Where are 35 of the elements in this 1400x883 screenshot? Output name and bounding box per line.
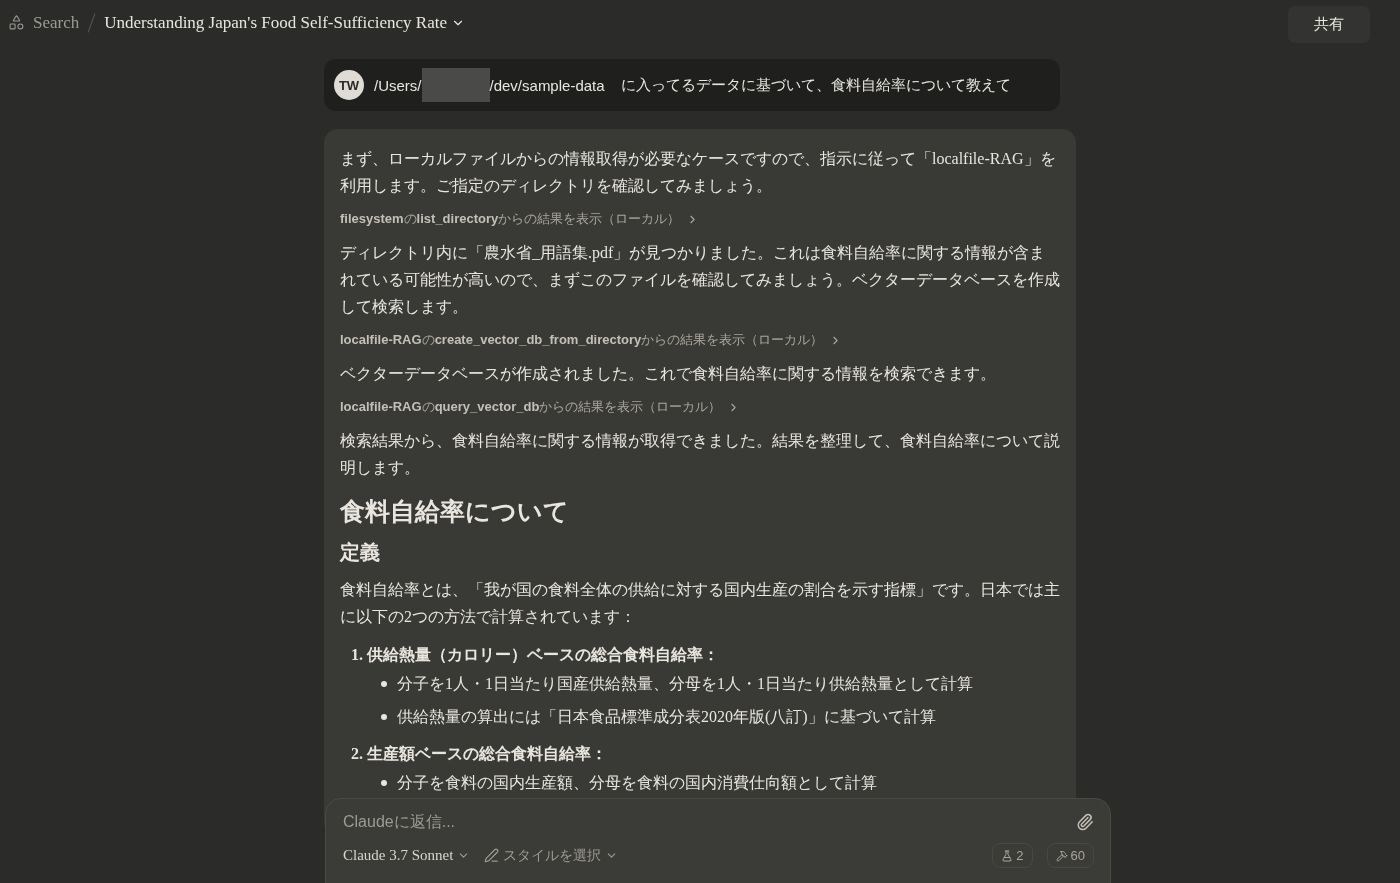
subsection-heading: 定義 [340, 540, 381, 565]
path-text: /Users/ [374, 76, 422, 94]
model-selector[interactable]: Claude 3.7 Sonnet [343, 847, 471, 864]
response-paragraph: ベクターデータベースが作成されました。これで食料自給率に関する情報を検索できます。 [340, 364, 997, 384]
list-item-title: 1. 供給熱量（カロリー）ベースの総合食料自給率： [351, 645, 720, 665]
bullet-text: 分子を1人・1日当たり国産供給熱量、分母を1人・1日当たり供給熱量として計算 [397, 674, 973, 694]
bullet-icon [381, 680, 387, 687]
pen-icon [484, 848, 500, 863]
tool-result-link[interactable]: filesystemのlist_directoryからの結果を表示（ローカル） [340, 210, 700, 228]
response-paragraph: まず、ローカルファイルからの情報取得が必要なケースですので、指示に従って「localfile-RAG」を利用します。ご指定のディレクトリを確認してみましょう。 [340, 149, 1057, 196]
response-paragraph: 検索結果から、食料自給率に関する情報が取得できました。結果を整理して、食料自給率について説明します。 [340, 431, 1060, 478]
flask-icon [1001, 849, 1014, 862]
user-avatar: TW [334, 70, 364, 100]
response-paragraph: 食料自給率とは、「我が国の食料全体の供給に対する国内生産の割合を示す指標」です。日本では主に以下の2つの方法で計算されています： [340, 580, 1060, 627]
attach-button[interactable] [1076, 813, 1094, 831]
path-text: /dev/sample-data [489, 76, 605, 94]
bullet-text: 供給熱量の算出には「日本食品標準成分表2020年版(八訂)」に基づいて計算 [397, 707, 936, 728]
bullet-text: 分子を食料の国内生産額、分母を食料の国内消費仕向額として計算 [397, 773, 877, 793]
tools-button[interactable]: 60 [1046, 843, 1094, 868]
bullet-icon [381, 779, 387, 786]
bullet-icon [381, 713, 387, 720]
flask-button[interactable]: 2 [992, 843, 1033, 868]
chat-title[interactable]: Understanding Japan's Food Self-Sufficiency Rate [104, 12, 465, 33]
share-button[interactable]: 共有 [1288, 6, 1370, 43]
style-selector[interactable]: スタイルを選択 [484, 846, 619, 865]
hammer-icon [1055, 849, 1068, 862]
tool-result-link[interactable]: localfile-RAGのcreate_vector_db_from_directoryからの結果を表示（ローカル） [340, 331, 843, 349]
response-paragraph: ディレクトリ内に「農水省_用語集.pdf」が見つかりました。これは食料自給率に関する情報が含まれている可能性が高いので、まずこのファイルを確認してみましょう。ベクターデータベースを作成して検索します。 [340, 243, 1060, 317]
reply-input[interactable]: Claudeに返信... [343, 813, 943, 831]
tool-result-link[interactable]: localfile-RAGのquery_vector_dbからの結果を表示（ローカル） [340, 398, 741, 416]
search-link[interactable]: Search [33, 12, 80, 33]
message-text: に入ってるデータに基づいて、食料自給率について教えて [620, 75, 1011, 95]
shapes-icon [8, 14, 25, 31]
list-item-title: 2. 生産額ベースの総合食料自給率： [351, 744, 608, 764]
section-heading: 食料自給率について [340, 497, 570, 527]
